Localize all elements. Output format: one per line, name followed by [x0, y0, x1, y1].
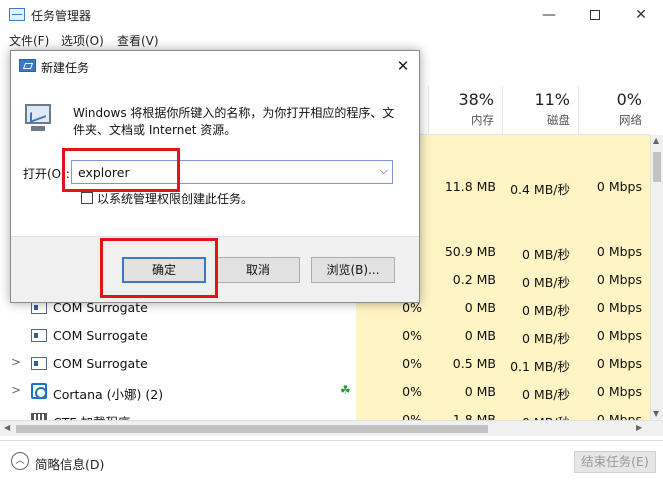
horizontal-scrollbar[interactable]: ◀ ▶ — [0, 420, 663, 436]
menu-bar: 文件(F) 选项(O) 查看(V) — [0, 30, 663, 50]
process-name: COM Surrogate — [53, 356, 148, 371]
scroll-up-icon[interactable]: ▲ — [653, 136, 659, 145]
row-disk: 0 MB/秒 — [522, 331, 570, 346]
row-cpu: 0% — [402, 412, 422, 420]
run-icon — [19, 59, 36, 72]
row-memory: 11.8 MB — [444, 179, 496, 194]
dialog-titlebar: 新建任务 ✕ — [11, 51, 419, 81]
highlight-open-field — [62, 148, 180, 192]
row-disk: 0 MB/秒 — [502, 412, 570, 420]
cancel-button[interactable]: 取消 — [216, 257, 300, 283]
browse-button[interactable]: 浏览(B)... — [311, 257, 395, 283]
column-header-network[interactable]: 0% 网络 — [578, 86, 650, 134]
maximize-icon — [590, 10, 600, 20]
scroll-right-icon[interactable]: ▶ — [636, 423, 642, 432]
less-details-link[interactable]: 简略信息(D) — [35, 454, 104, 473]
disk-percent: 11% — [534, 90, 570, 109]
menu-file[interactable]: 文件(F) — [9, 32, 49, 49]
expand-chevron-icon[interactable]: > — [11, 355, 21, 369]
row-cpu: 0% — [402, 384, 422, 399]
row-network: 0 Mbps — [596, 356, 642, 371]
memory-label: 内存 — [471, 113, 494, 127]
process-name: COM Surrogate — [53, 328, 148, 343]
row-disk: 0 MB/秒 — [522, 303, 570, 318]
row-network: 0 Mbps — [596, 412, 642, 420]
network-label: 网络 — [619, 113, 642, 127]
maximize-button[interactable] — [572, 0, 618, 30]
admin-checkbox[interactable] — [81, 192, 93, 204]
table-row[interactable]: COM Surrogate 0% 0 MB 0 MB/秒 0 Mbps — [0, 321, 650, 349]
row-memory: 0 MB — [464, 384, 496, 399]
process-icon — [31, 357, 47, 370]
scroll-left-icon[interactable]: ◀ — [4, 423, 10, 432]
row-network: 0 Mbps — [596, 384, 642, 399]
window-title: 任务管理器 — [31, 9, 92, 23]
row-network: 0 Mbps — [596, 272, 642, 287]
menu-view[interactable]: 查看(V) — [117, 32, 159, 49]
task-manager-icon — [9, 8, 25, 21]
expand-chevron-icon[interactable]: > — [11, 383, 21, 397]
table-row[interactable]: > COM Surrogate 0% 0.5 MB 0.1 MB/秒 0 Mbp… — [0, 349, 650, 377]
footer-bar: ︿ 简略信息(D) 结束任务(E) — [0, 440, 663, 482]
table-row[interactable]: CTF 加载程序 0% 1.8 MB 0 MB/秒 0 Mbps — [0, 405, 650, 420]
task-manager-titlebar: 任务管理器 — ✕ — [0, 0, 663, 30]
row-memory: 1.8 MB — [452, 412, 496, 420]
row-memory: 0.5 MB — [452, 356, 496, 371]
vertical-scroll-thumb[interactable] — [653, 152, 661, 182]
close-window-button[interactable]: ✕ — [618, 0, 663, 30]
row-cpu: 0% — [402, 328, 422, 343]
row-network: 0 Mbps — [596, 244, 642, 259]
dialog-title: 新建任务 — [41, 61, 90, 75]
row-cpu: 0% — [402, 356, 422, 371]
table-row[interactable]: > Cortana (小娜) (2) ☘ 0% 0 MB 0 MB/秒 0 Mb… — [0, 377, 650, 405]
row-disk: 0 MB/秒 — [522, 247, 570, 262]
dialog-description: Windows 将根据你所键入的名称，为你打开相应的程序、文件夹、文档或 Int… — [73, 106, 395, 137]
row-disk: 0.1 MB/秒 — [510, 359, 570, 374]
scroll-down-icon[interactable]: ▼ — [653, 409, 659, 418]
highlight-ok-button — [100, 238, 218, 298]
row-disk: 0.4 MB/秒 — [510, 182, 570, 197]
chevron-down-icon[interactable]: ⌵ — [380, 164, 388, 178]
column-header-memory[interactable]: 38% 内存 — [428, 86, 502, 134]
suspended-leaf-icon: ☘ — [340, 383, 351, 397]
admin-checkbox-label[interactable]: 以系统管理权限创建此任务。 — [97, 190, 253, 207]
horizontal-scroll-thumb[interactable] — [16, 425, 488, 433]
row-disk: 0 MB/秒 — [522, 387, 570, 402]
row-memory: 0 MB — [464, 300, 496, 315]
row-network: 0 Mbps — [596, 179, 642, 194]
minimize-button[interactable]: — — [526, 0, 572, 30]
process-name: Cortana (小娜) (2) — [53, 387, 164, 402]
row-network: 0 Mbps — [596, 328, 642, 343]
end-task-button[interactable]: 结束任务(E) — [574, 451, 656, 473]
row-memory: 0.2 MB — [452, 272, 496, 287]
process-icon — [31, 329, 47, 342]
vertical-scrollbar[interactable]: ▲ ▼ — [650, 135, 663, 420]
row-network: 0 Mbps — [596, 300, 642, 315]
computer-icon — [23, 104, 53, 134]
row-memory: 0 MB — [464, 328, 496, 343]
collapse-up-icon[interactable]: ︿ — [11, 452, 29, 470]
network-percent: 0% — [616, 90, 642, 109]
menu-options[interactable]: 选项(O) — [61, 32, 104, 49]
ctf-loader-icon — [31, 413, 47, 420]
cortana-icon — [31, 383, 47, 399]
dialog-close-button[interactable]: ✕ — [389, 54, 417, 78]
disk-label: 磁盘 — [547, 113, 570, 127]
memory-percent: 38% — [458, 90, 494, 109]
row-memory: 50.9 MB — [444, 244, 496, 259]
row-disk: 0 MB/秒 — [522, 275, 570, 290]
column-header-disk[interactable]: 11% 磁盘 — [502, 86, 578, 134]
process-name: CTF 加载程序 — [53, 412, 131, 420]
